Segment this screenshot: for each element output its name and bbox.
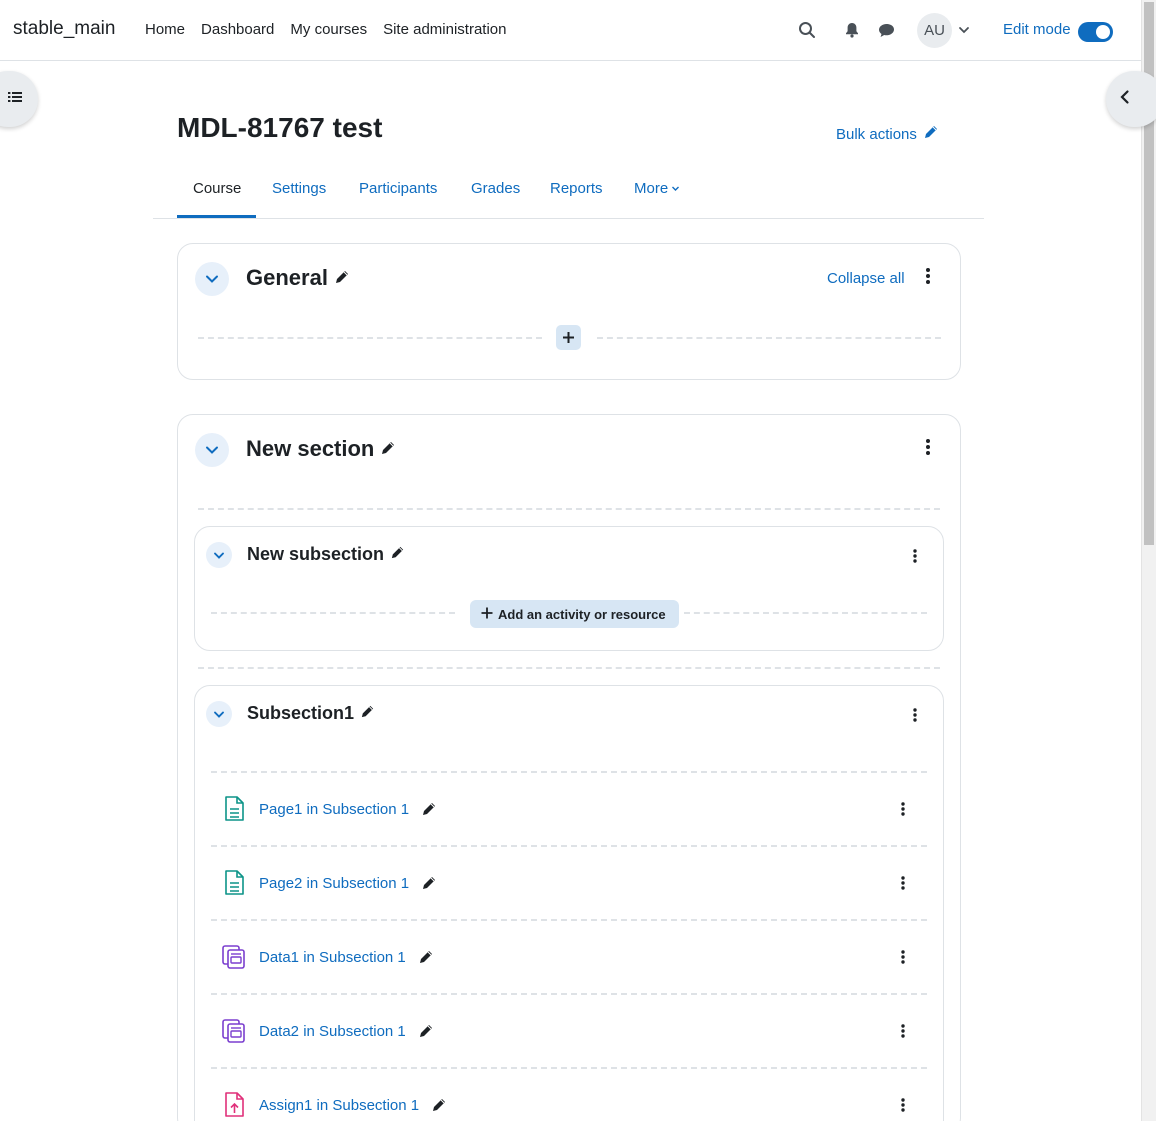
add-activity-button[interactable]: Add an activity or resource — [470, 600, 679, 628]
add-content-plus-button[interactable] — [556, 325, 581, 350]
collapse-subsection-button[interactable] — [206, 542, 232, 568]
divider — [211, 845, 927, 847]
page-icon — [220, 869, 248, 897]
pencil-icon[interactable] — [421, 875, 437, 891]
pencil-icon[interactable] — [390, 544, 405, 565]
divider — [198, 337, 542, 339]
nav-site-administration[interactable]: Site administration — [383, 21, 506, 38]
divider — [198, 508, 940, 510]
pencil-icon[interactable] — [431, 1097, 447, 1113]
user-avatar[interactable]: AU — [917, 13, 952, 48]
tab-more[interactable]: More — [634, 180, 680, 197]
kebab-menu-icon[interactable] — [893, 947, 913, 967]
kebab-menu-icon[interactable] — [893, 1095, 913, 1115]
chevron-left-icon — [1118, 89, 1132, 110]
page-title: MDL-81767 test — [177, 112, 383, 143]
pencil-icon[interactable] — [334, 265, 350, 291]
pencil-icon — [923, 124, 939, 144]
nav-home[interactable]: Home — [145, 21, 185, 38]
subsection-name: Subsection1 — [247, 703, 355, 723]
pencil-icon[interactable] — [380, 436, 396, 462]
course-secondary-navigation: Course Settings Participants Grades Repo… — [153, 164, 984, 219]
site-brand[interactable]: stable_main — [13, 18, 115, 40]
activity-link[interactable]: Data2 in Subsection 1 — [259, 1023, 406, 1040]
collapse-section-button[interactable] — [195, 433, 229, 467]
assignment-icon — [220, 1091, 248, 1119]
bulk-actions-label: Bulk actions — [836, 125, 917, 143]
messages-chat-icon[interactable] — [876, 20, 896, 40]
edit-mode-toggle[interactable] — [1078, 22, 1113, 42]
tab-reports[interactable]: Reports — [550, 180, 603, 197]
activity-row: Data2 in Subsection 1 — [220, 1016, 920, 1046]
activity-row: Data1 in Subsection 1 — [220, 942, 920, 972]
activity-link[interactable]: Page2 in Subsection 1 — [259, 875, 409, 892]
divider — [597, 337, 941, 339]
list-icon — [7, 90, 23, 109]
tab-more-label: More — [634, 180, 669, 197]
kebab-menu-icon[interactable] — [918, 266, 938, 286]
subsection-name: New subsection — [247, 544, 385, 564]
divider — [211, 1067, 927, 1069]
kebab-menu-icon[interactable] — [893, 1021, 913, 1041]
avatar-initials: AU — [924, 22, 945, 39]
database-icon — [220, 943, 248, 971]
page-scrollbar[interactable] — [1141, 0, 1156, 1121]
tab-participants[interactable]: Participants — [359, 180, 437, 197]
activity-link[interactable]: Data1 in Subsection 1 — [259, 949, 406, 966]
kebab-menu-icon[interactable] — [918, 437, 938, 457]
collapse-subsection-button[interactable] — [206, 701, 232, 727]
nav-my-courses[interactable]: My courses — [290, 21, 367, 38]
divider — [198, 667, 940, 669]
bulk-actions-button[interactable]: Bulk actions — [836, 124, 939, 144]
activity-link[interactable]: Assign1 in Subsection 1 — [259, 1097, 419, 1114]
subsection-title: New subsection — [247, 544, 405, 565]
pencil-icon[interactable] — [360, 703, 375, 724]
section-name: New section — [246, 436, 375, 461]
top-navbar: stable_main Home Dashboard My courses Si… — [0, 0, 1141, 61]
tab-settings[interactable]: Settings — [272, 180, 326, 197]
collapse-all-link[interactable]: Collapse all — [827, 270, 905, 287]
divider — [211, 993, 927, 995]
chevron-down-icon — [671, 180, 680, 197]
tab-course[interactable]: Course — [193, 180, 241, 197]
pencil-icon[interactable] — [418, 1023, 434, 1039]
section-name: General — [246, 265, 328, 290]
pencil-icon[interactable] — [421, 801, 437, 817]
primary-navigation: Home Dashboard My courses Site administr… — [145, 21, 523, 38]
open-block-drawer-button[interactable] — [1106, 71, 1156, 127]
pencil-icon[interactable] — [418, 949, 434, 965]
divider — [211, 771, 927, 773]
subsection-title: Subsection1 — [247, 703, 375, 724]
add-activity-label: Add an activity or resource — [498, 606, 666, 622]
database-icon — [220, 1017, 248, 1045]
search-icon[interactable] — [797, 20, 817, 40]
nav-dashboard[interactable]: Dashboard — [201, 21, 274, 38]
open-course-index-button[interactable] — [0, 71, 38, 127]
subsection-subsection1 — [194, 685, 944, 1121]
plus-icon — [481, 607, 493, 622]
divider — [211, 919, 927, 921]
section-title-general: General — [246, 265, 350, 291]
collapse-section-button[interactable] — [195, 262, 229, 296]
activity-row: Assign1 in Subsection 1 — [220, 1090, 920, 1120]
active-tab-indicator — [177, 215, 256, 218]
divider — [211, 612, 455, 614]
kebab-menu-icon[interactable] — [893, 873, 913, 893]
section-general — [177, 243, 961, 380]
page-icon — [220, 795, 248, 823]
activity-row: Page2 in Subsection 1 — [220, 868, 920, 898]
section-title-new-section: New section — [246, 436, 396, 462]
chevron-down-icon[interactable] — [958, 22, 970, 43]
kebab-menu-icon[interactable] — [905, 705, 925, 725]
edit-mode-label: Edit mode — [1003, 21, 1071, 38]
activity-link[interactable]: Page1 in Subsection 1 — [259, 801, 409, 818]
notifications-bell-icon[interactable] — [842, 20, 862, 40]
kebab-menu-icon[interactable] — [893, 799, 913, 819]
tab-grades[interactable]: Grades — [471, 180, 520, 197]
activity-row: Page1 in Subsection 1 — [220, 794, 920, 824]
kebab-menu-icon[interactable] — [905, 546, 925, 566]
divider — [684, 612, 927, 614]
